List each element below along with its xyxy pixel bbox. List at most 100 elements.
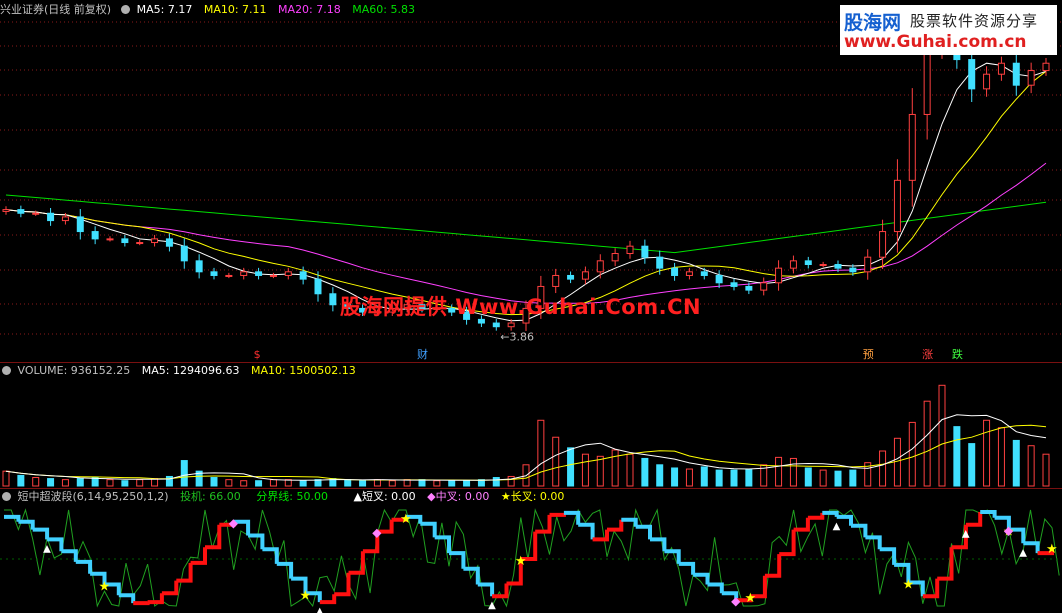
volume-bar — [448, 480, 456, 487]
volume-bar — [136, 479, 144, 487]
candle-body — [864, 256, 872, 273]
candle-body — [730, 282, 738, 287]
wave-segment — [549, 512, 566, 517]
volume-bar — [745, 468, 753, 487]
candle-body — [1027, 70, 1035, 86]
volume-bar — [76, 478, 84, 487]
volume-bar — [789, 457, 797, 487]
candle-body — [567, 274, 575, 280]
volume-bar — [819, 469, 827, 487]
candle-body — [76, 216, 84, 233]
volume-bar — [47, 478, 55, 487]
candle-body — [715, 274, 723, 284]
candle-body — [745, 285, 753, 291]
volume-bar — [641, 457, 649, 487]
volume-bar — [700, 466, 708, 487]
mid-cross-readout: ◆中叉: 0.00 — [427, 490, 490, 503]
oscillator-title: 短中超波段(6,14,95,250,1,2) — [17, 490, 169, 503]
short-cross-triangle: ▲ — [1019, 547, 1027, 558]
volume-bar — [180, 460, 188, 487]
long-cross-star: ★ — [400, 512, 412, 527]
volume-bar — [492, 477, 500, 487]
volume-bar — [611, 449, 619, 487]
candle-body — [314, 278, 322, 295]
volume-bar — [997, 427, 1005, 487]
candle-body — [760, 282, 768, 291]
volume-bar — [359, 480, 367, 487]
volume-bar — [893, 437, 901, 487]
volume-readout: VOLUME: 936152.25 — [17, 364, 131, 377]
candle-body — [136, 242, 144, 245]
oscillator-settings-circle-icon[interactable] — [2, 492, 11, 501]
volume-bar — [373, 479, 381, 487]
candle-body — [284, 271, 292, 276]
candle-body — [804, 260, 812, 265]
event-marker: $ — [254, 348, 261, 361]
candle-body — [195, 260, 203, 273]
mid-cross-diamond: ◆ — [372, 526, 382, 540]
long-cross-star: ★ — [902, 578, 914, 593]
volume-bar — [61, 479, 69, 487]
volume-bar — [210, 477, 218, 487]
ma20-readout: MA20: 7.18 — [278, 3, 341, 16]
volume-bar — [106, 479, 114, 487]
volume-bar — [388, 480, 396, 487]
volume-bar — [626, 453, 634, 487]
volume-ma5-readout: MA5: 1294096.63 — [141, 364, 240, 377]
candle-body — [329, 293, 337, 306]
volume-bar — [255, 480, 263, 487]
volume-bar — [1027, 445, 1035, 487]
candle-body — [47, 212, 55, 222]
ma10-readout: MA10: 7.11 — [203, 3, 267, 16]
volume-bar — [2, 470, 10, 487]
volume-bar — [269, 479, 277, 487]
event-marker: 跌 — [952, 347, 963, 361]
settings-circle-icon[interactable] — [121, 5, 131, 14]
ma60-readout: MA60: 5.83 — [352, 3, 415, 16]
volume-bar — [1042, 453, 1050, 487]
volume-bar — [923, 400, 931, 487]
volume-bar — [730, 469, 738, 487]
candle-body — [61, 216, 69, 222]
candle-body — [581, 271, 589, 280]
candle-body — [789, 260, 797, 269]
candle-body — [269, 274, 277, 277]
period-label: (日线 前复权) — [44, 3, 112, 16]
volume-bar — [507, 475, 515, 487]
volume-settings-circle-icon[interactable] — [2, 366, 11, 375]
volume-bar — [938, 384, 946, 487]
candle-body — [968, 59, 976, 90]
volume-ma10-readout: MA10: 1500502.13 — [251, 364, 356, 377]
short-cross-triangle: ▲ — [488, 600, 496, 611]
volume-bar — [671, 467, 679, 487]
short-cross-triangle: ▲ — [316, 606, 324, 613]
event-marker: 涨 — [922, 348, 933, 361]
candle-body — [299, 271, 307, 280]
candle-body — [596, 260, 604, 273]
long-cross-star: ★ — [1046, 542, 1058, 557]
candle-body — [225, 274, 233, 277]
short-cross-triangle: ▲ — [43, 543, 51, 554]
candle-body — [552, 274, 560, 287]
volume-bar — [715, 469, 723, 487]
candle-body — [671, 267, 679, 276]
long-cross-star: ★ — [299, 588, 311, 603]
candle-body — [983, 73, 991, 90]
candle-body — [255, 271, 263, 276]
candle-body — [180, 245, 188, 262]
candle-body — [32, 212, 40, 215]
mid-cross-diamond: ◆ — [229, 516, 239, 530]
candle-body — [1012, 62, 1020, 86]
event-marker: 财 — [417, 347, 428, 361]
volume-bar — [32, 477, 40, 487]
candle-body — [700, 271, 708, 276]
divider-readout: 分界线: 50.00 — [256, 490, 328, 503]
oscillator-header: 短中超波段(6,14,95,250,1,2) 投机: 66.00 分界线: 50… — [0, 489, 572, 505]
candle-body — [121, 238, 129, 244]
watermark-text: 股海网提供 Www.Guhai.Com.CN — [340, 295, 702, 319]
candle-body — [210, 271, 218, 276]
candle-body — [151, 238, 159, 244]
long-cross-star: ★ — [515, 554, 527, 569]
ma5-readout: MA5: 7.17 — [136, 3, 193, 16]
brand-logo: 股海网 股票软件资源分享 www.Guhai.com.cn — [840, 5, 1057, 55]
